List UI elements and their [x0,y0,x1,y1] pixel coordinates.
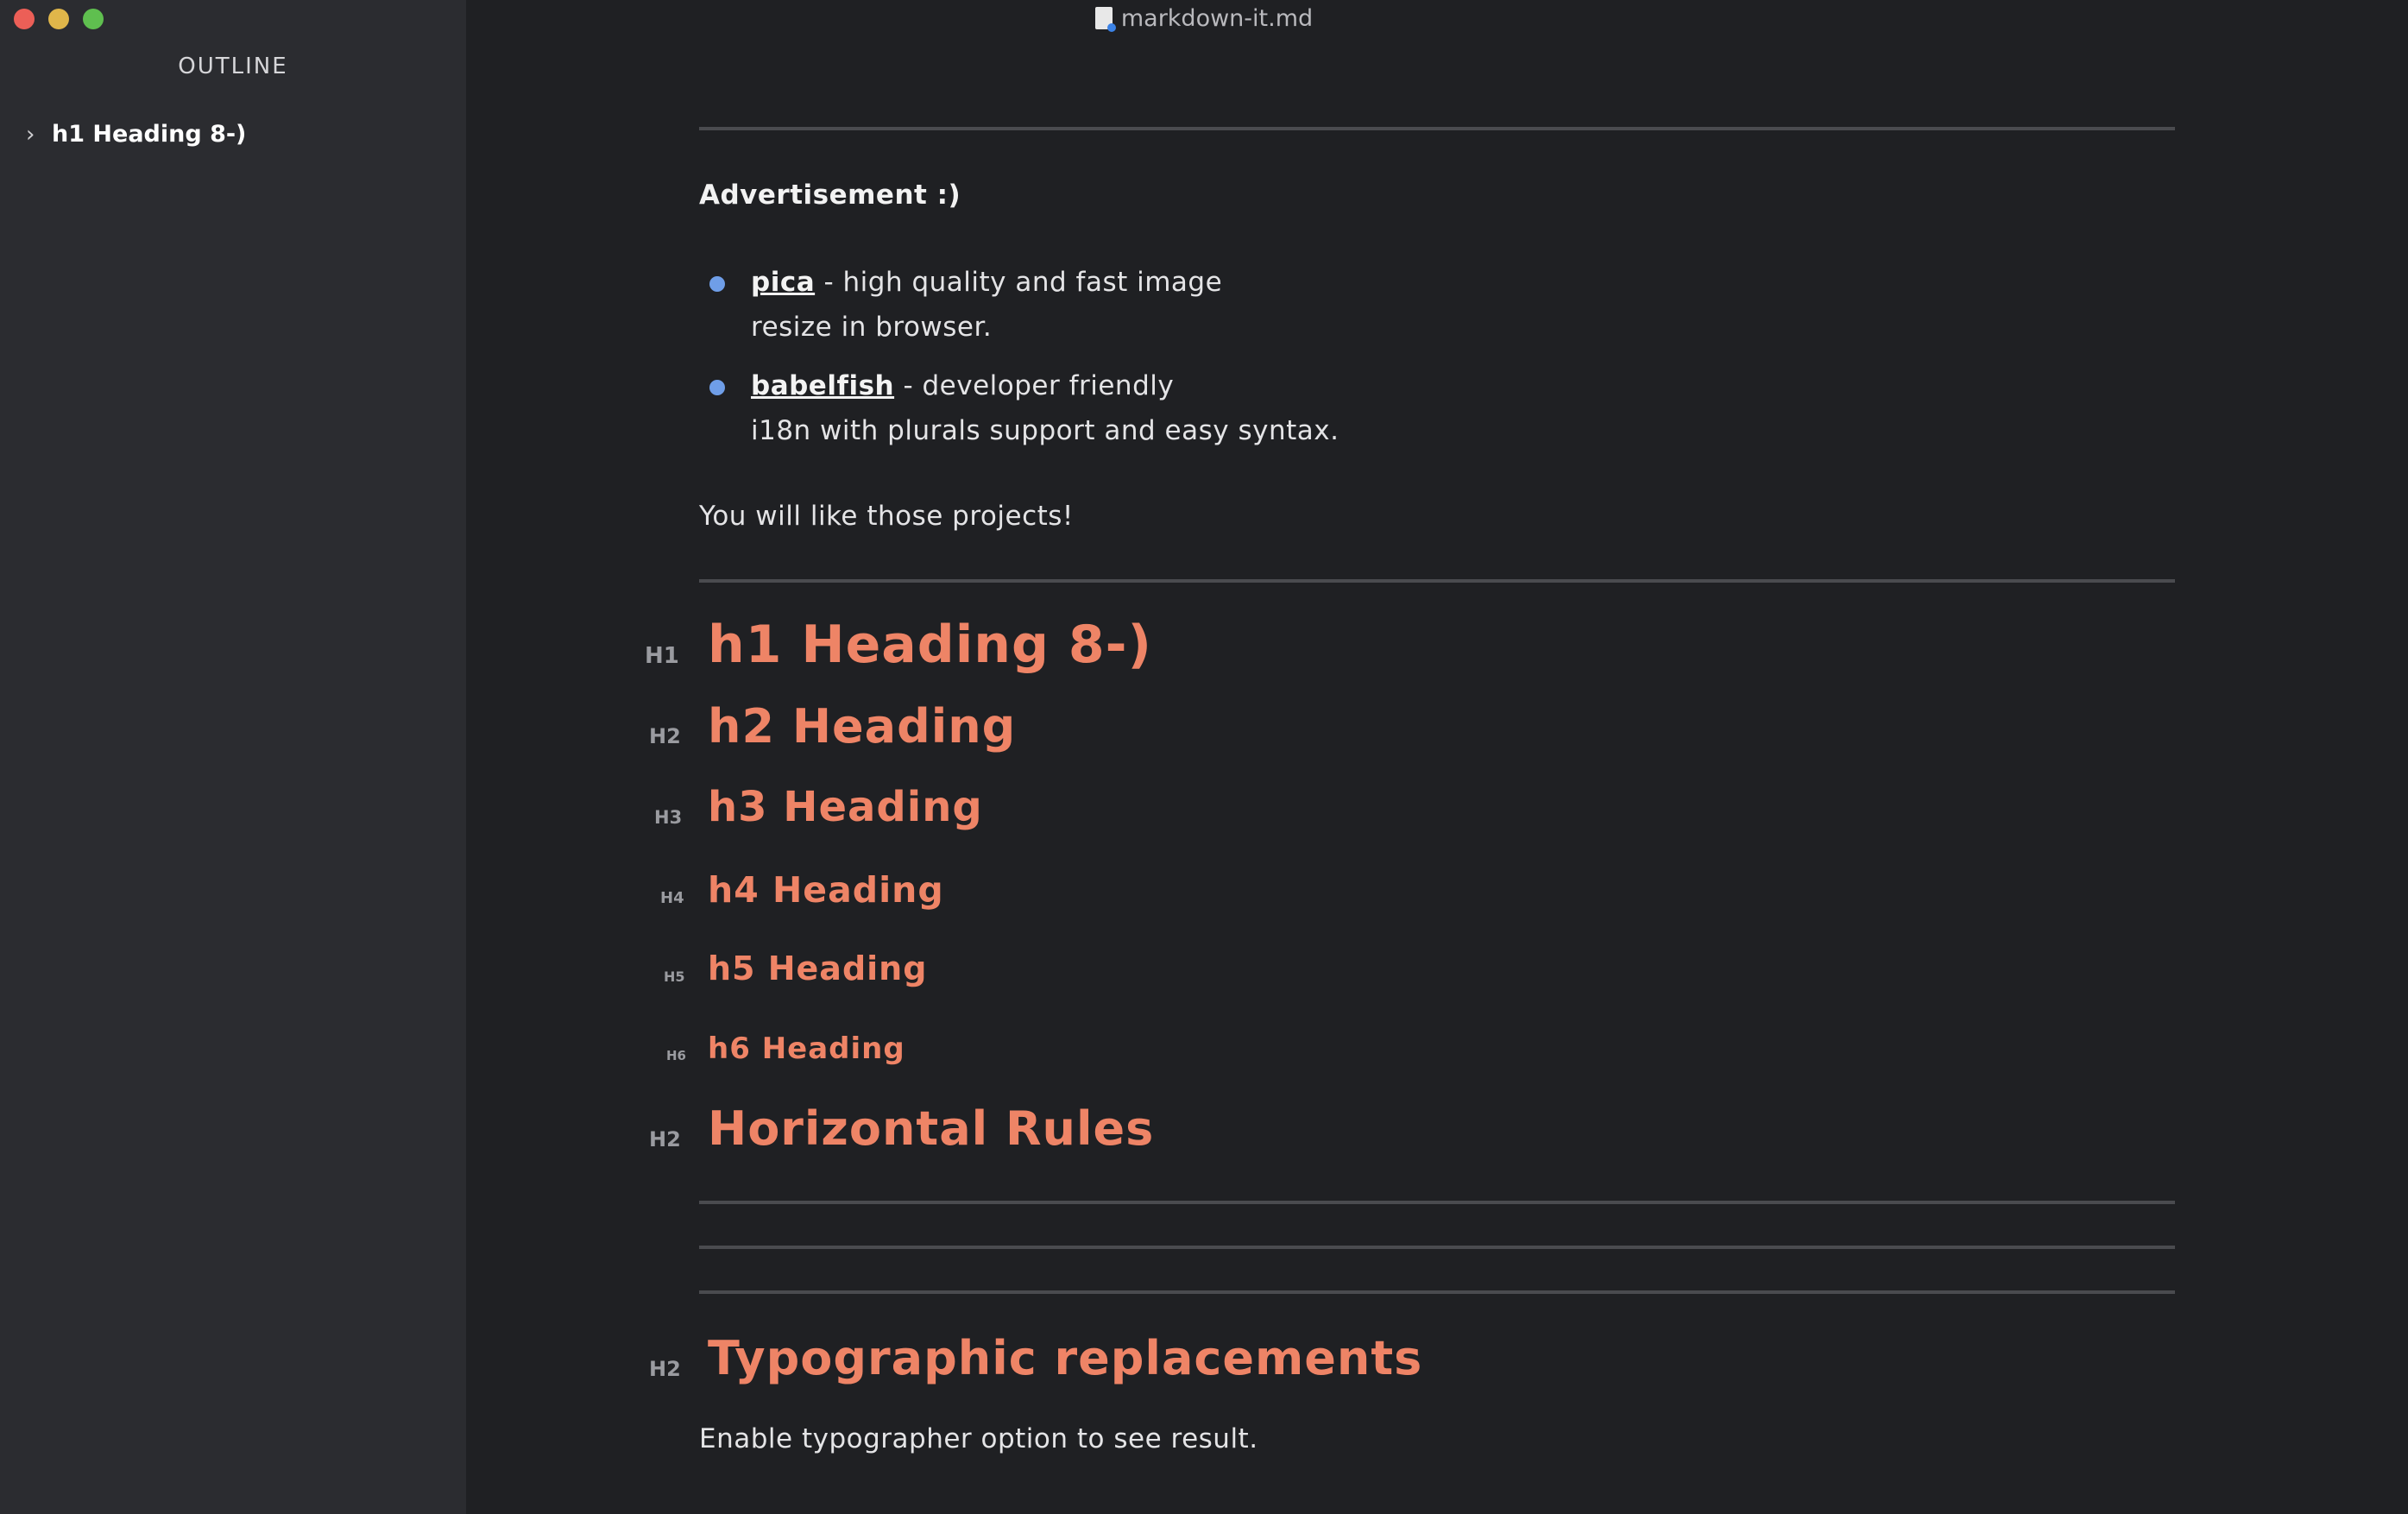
heading-horizontal-rules: Horizontal Rules [708,1101,1155,1156]
heading-h1: h1 Heading 8-) [708,615,1152,675]
pica-link[interactable]: pica [751,267,815,298]
list-item: pica - high quality and fast image resiz… [751,260,1372,350]
outline-item-label: h1 Heading 8-) [52,121,247,148]
editor-content[interactable]: Advertisement :) pica - high quality and… [466,0,2408,1514]
list-item-text-continued: i18n with plurals support and easy synta… [751,415,1340,446]
heading-level-label: H4 [660,889,684,907]
heading-level-label: H2 [649,1357,681,1381]
horizontal-rule [699,579,2175,583]
list-item-text: - high quality and fast image [815,267,1223,298]
horizontal-rule [699,1201,2175,1204]
heading-h6: h6 Heading [708,1031,905,1066]
horizontal-rule [699,127,2175,130]
closing-text: You will like those projects! [699,501,1074,532]
window-title: markdown-it.md [0,3,2408,35]
outline-sidebar: OUTLINE › h1 Heading 8-) [0,0,466,1514]
typographer-note: Enable typographer option to see result. [699,1423,1258,1454]
horizontal-rule [699,1290,2175,1294]
list-item-text: - developer friendly [894,370,1175,401]
heading-level-label: H3 [654,807,683,828]
heading-h5: h5 Heading [708,949,928,987]
advertisement-text: Advertisement :) [699,180,961,211]
babelfish-link[interactable]: babelfish [751,370,894,401]
heading-level-label: H5 [664,968,685,985]
heading-h3: h3 Heading [708,783,983,831]
outline-title: OUTLINE [178,54,288,79]
markdown-file-icon [1094,7,1116,32]
window-title-text: markdown-it.md [1120,5,1314,32]
list-item-text-continued: resize in browser. [751,312,993,343]
horizontal-rule [699,1246,2175,1249]
heading-level-label: H6 [666,1048,686,1063]
title-bar: markdown-it.md [0,0,2408,38]
heading-h4: h4 Heading [708,869,944,911]
heading-h2: h2 Heading [708,699,1017,754]
chevron-right-icon[interactable]: › [26,122,52,148]
app-window: OUTLINE › h1 Heading 8-) markdown-it.md … [0,0,2408,1514]
heading-typographic-replacements: Typographic replacements [708,1331,1423,1385]
list-item: babelfish - developer friendly i18n with… [751,363,1372,453]
bullet-icon [709,276,725,292]
bullet-icon [709,380,725,395]
outline-item-h1[interactable]: › h1 Heading 8-) [26,121,246,148]
heading-level-label: H2 [649,724,681,748]
heading-level-label: H2 [649,1127,681,1151]
heading-level-label: H1 [645,643,679,669]
